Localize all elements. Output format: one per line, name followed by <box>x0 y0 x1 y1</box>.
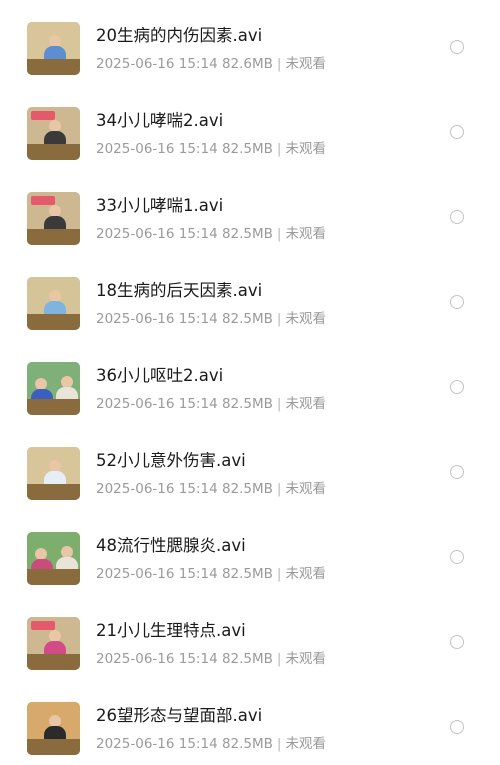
watch-status: 未观看 <box>285 566 326 582</box>
file-date: 2025-06-16 15:14 <box>96 56 218 72</box>
file-date: 2025-06-16 15:14 <box>96 396 218 412</box>
watch-status: 未观看 <box>285 651 326 667</box>
file-size: 82.5MB <box>221 651 273 667</box>
file-name: 18生病的后天因素.avi <box>96 281 263 300</box>
meta-divider: | <box>276 141 282 157</box>
file-row[interactable]: 18生病的后天因素.avi 2025-06-16 15:14 82.5MB | 未观看 <box>0 255 500 340</box>
file-date: 2025-06-16 15:14 <box>96 651 218 667</box>
file-meta: 2025-06-16 15:14 82.5MB | 未观看 <box>96 392 326 412</box>
file-row[interactable]: 20生病的内伤因素.avi 2025-06-16 15:14 82.6MB | 未观看 <box>0 0 500 85</box>
meta-divider: | <box>276 311 282 327</box>
file-date: 2025-06-16 15:14 <box>96 141 218 157</box>
file-size: 82.5MB <box>221 226 273 242</box>
watch-status: 未观看 <box>285 311 326 327</box>
file-row[interactable]: 33小儿哮喘1.avi 2025-06-16 15:14 82.5MB | 未观看 <box>0 170 500 255</box>
file-date: 2025-06-16 15:14 <box>96 311 218 327</box>
file-row[interactable]: 52小儿意外伤害.avi 2025-06-16 15:14 82.5MB | 未观看 <box>0 425 500 510</box>
watch-status: 未观看 <box>285 736 326 752</box>
file-row[interactable]: 21小儿生理特点.avi 2025-06-16 15:14 82.5MB | 未观看 <box>0 595 500 680</box>
video-thumbnail[interactable] <box>27 617 80 670</box>
file-size: 82.5MB <box>221 736 273 752</box>
file-date: 2025-06-16 15:14 <box>96 566 218 582</box>
file-name: 34小儿哮喘2.avi <box>96 111 224 130</box>
radio-unchecked-icon[interactable] <box>450 295 464 309</box>
file-name: 33小儿哮喘1.avi <box>96 196 224 215</box>
radio-unchecked-icon[interactable] <box>450 380 464 394</box>
meta-divider: | <box>276 396 282 412</box>
file-meta: 2025-06-16 15:14 82.5MB | 未观看 <box>96 222 326 242</box>
video-thumbnail[interactable] <box>27 107 80 160</box>
file-meta: 2025-06-16 15:14 82.5MB | 未观看 <box>96 307 326 327</box>
radio-unchecked-icon[interactable] <box>450 550 464 564</box>
file-meta: 2025-06-16 15:14 82.5MB | 未观看 <box>96 477 326 497</box>
file-meta: 2025-06-16 15:14 82.5MB | 未观看 <box>96 732 326 752</box>
watch-status: 未观看 <box>285 141 326 157</box>
file-size: 82.6MB <box>221 56 273 72</box>
file-date: 2025-06-16 15:14 <box>96 481 218 497</box>
meta-divider: | <box>276 736 282 752</box>
file-name: 36小儿呕吐2.avi <box>96 366 224 385</box>
radio-unchecked-icon[interactable] <box>450 40 464 54</box>
file-name: 20生病的内伤因素.avi <box>96 26 263 45</box>
file-row[interactable]: 36小儿呕吐2.avi 2025-06-16 15:14 82.5MB | 未观看 <box>0 340 500 425</box>
file-meta: 2025-06-16 15:14 82.5MB | 未观看 <box>96 647 326 667</box>
file-name: 48流行性腮腺炎.avi <box>96 536 246 555</box>
file-date: 2025-06-16 15:14 <box>96 226 218 242</box>
video-thumbnail[interactable] <box>27 447 80 500</box>
file-row[interactable]: 48流行性腮腺炎.avi 2025-06-16 15:14 82.5MB | 未观看 <box>0 510 500 595</box>
watch-status: 未观看 <box>285 396 326 412</box>
file-size: 82.5MB <box>221 566 273 582</box>
video-thumbnail[interactable] <box>27 277 80 330</box>
file-row[interactable]: 34小儿哮喘2.avi 2025-06-16 15:14 82.5MB | 未观看 <box>0 85 500 170</box>
file-size: 82.5MB <box>221 311 273 327</box>
file-size: 82.5MB <box>221 141 273 157</box>
video-thumbnail[interactable] <box>27 702 80 755</box>
file-name: 21小儿生理特点.avi <box>96 621 246 640</box>
watch-status: 未观看 <box>285 481 326 497</box>
video-thumbnail[interactable] <box>27 532 80 585</box>
file-meta: 2025-06-16 15:14 82.6MB | 未观看 <box>96 52 326 72</box>
video-thumbnail[interactable] <box>27 22 80 75</box>
file-size: 82.5MB <box>221 481 273 497</box>
file-name: 26望形态与望面部.avi <box>96 706 263 725</box>
radio-unchecked-icon[interactable] <box>450 465 464 479</box>
file-name: 52小儿意外伤害.avi <box>96 451 246 470</box>
watch-status: 未观看 <box>285 226 326 242</box>
meta-divider: | <box>276 56 282 72</box>
file-date: 2025-06-16 15:14 <box>96 736 218 752</box>
video-thumbnail[interactable] <box>27 192 80 245</box>
radio-unchecked-icon[interactable] <box>450 125 464 139</box>
video-thumbnail[interactable] <box>27 362 80 415</box>
file-meta: 2025-06-16 15:14 82.5MB | 未观看 <box>96 137 326 157</box>
meta-divider: | <box>276 651 282 667</box>
file-size: 82.5MB <box>221 396 273 412</box>
meta-divider: | <box>276 481 282 497</box>
file-meta: 2025-06-16 15:14 82.5MB | 未观看 <box>96 562 326 582</box>
meta-divider: | <box>276 566 282 582</box>
radio-unchecked-icon[interactable] <box>450 720 464 734</box>
radio-unchecked-icon[interactable] <box>450 635 464 649</box>
radio-unchecked-icon[interactable] <box>450 210 464 224</box>
file-row[interactable]: 26望形态与望面部.avi 2025-06-16 15:14 82.5MB | 未观看 <box>0 680 500 765</box>
file-list: 20生病的内伤因素.avi 2025-06-16 15:14 82.6MB | 未观看… <box>0 0 500 765</box>
watch-status: 未观看 <box>285 56 326 72</box>
meta-divider: | <box>276 226 282 242</box>
